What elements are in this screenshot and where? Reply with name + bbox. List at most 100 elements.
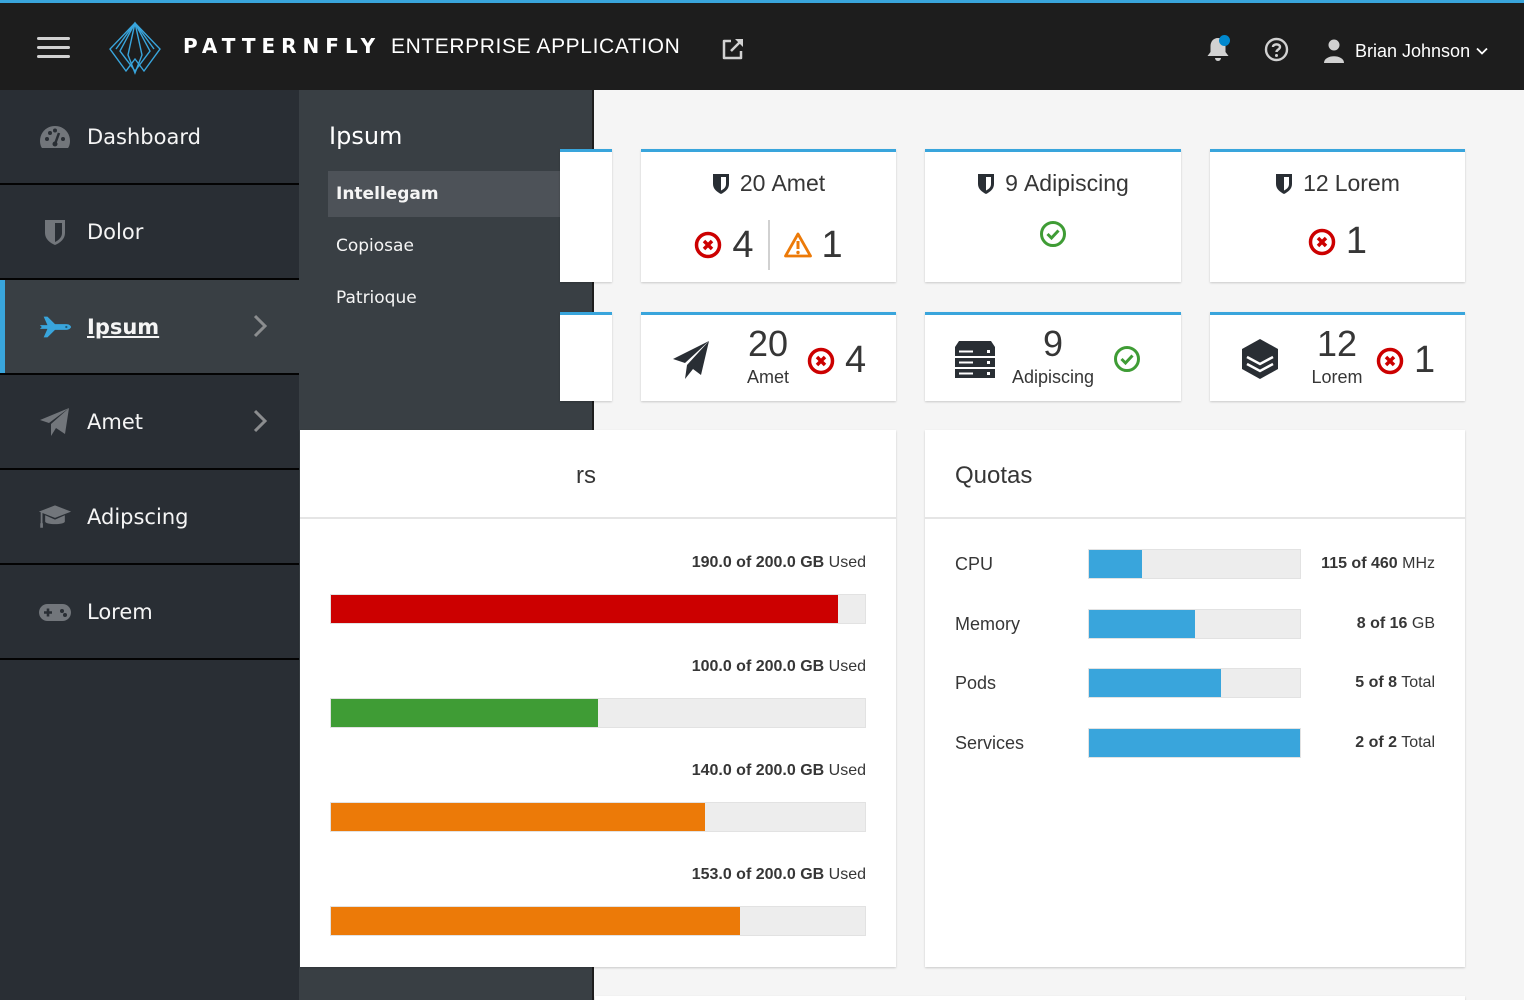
graduation-cap-icon bbox=[38, 502, 72, 532]
quota-bar[interactable] bbox=[1088, 728, 1301, 758]
utilization-bar[interactable] bbox=[330, 698, 866, 728]
nav-item-dashboard[interactable]: Dashboard bbox=[0, 90, 299, 185]
panel-header-divider bbox=[925, 517, 1465, 519]
nav-item-label: Amet bbox=[87, 409, 143, 434]
secondary-nav-item-copiosae[interactable]: Copiosae bbox=[328, 223, 594, 269]
nav-item-ipsum[interactable]: Ipsum bbox=[0, 280, 299, 375]
ok-circle-icon bbox=[1040, 221, 1066, 247]
mini-status-card[interactable]: 9 Adipiscing bbox=[925, 312, 1181, 401]
card-label: Lorem bbox=[1334, 170, 1400, 196]
utilization-bar[interactable] bbox=[330, 802, 866, 832]
secondary-nav-item-intellegam[interactable]: Intellegam bbox=[328, 171, 594, 217]
quota-amount: 115 of 460 bbox=[1321, 555, 1398, 572]
warning-triangle-icon bbox=[783, 232, 812, 258]
mini-status-card[interactable]: 20 Amet 4 bbox=[641, 312, 896, 401]
notification-badge bbox=[1219, 35, 1230, 46]
chevron-right-icon bbox=[253, 409, 268, 433]
secondary-nav-item-patrioque[interactable]: Patrioque bbox=[328, 275, 594, 321]
nav-item-amet[interactable]: Amet bbox=[0, 375, 299, 470]
aggregate-card-hidden bbox=[560, 149, 612, 282]
nav-item-label: Adipscing bbox=[87, 504, 189, 529]
error-count: 1 bbox=[1414, 339, 1436, 381]
nav-item-lorem[interactable]: Lorem bbox=[0, 565, 299, 660]
hamburger-menu-button[interactable] bbox=[37, 37, 70, 59]
card-count: 20 bbox=[747, 323, 789, 364]
utilization-amount: 153.0 of 200.0 GB bbox=[691, 866, 825, 883]
utilization-bar-fill bbox=[331, 595, 839, 623]
quota-unit: Total bbox=[1397, 674, 1435, 691]
card-label: Adipiscing bbox=[1023, 170, 1129, 196]
chevron-down-icon bbox=[1476, 47, 1488, 55]
chevron-right-icon bbox=[253, 314, 268, 338]
nav-item-adipscing[interactable]: Adipscing bbox=[0, 470, 299, 565]
hamburger-line bbox=[37, 46, 70, 49]
error-count-link[interactable]: 1 bbox=[1376, 339, 1435, 382]
shield-icon bbox=[1276, 173, 1293, 194]
card-count: 12 bbox=[1303, 170, 1329, 196]
hamburger-line bbox=[37, 37, 70, 40]
error-count-link[interactable]: 4 bbox=[807, 339, 866, 382]
utilization-label: 153.0 of 200.0 GB Used bbox=[692, 866, 866, 884]
panel-title: Quotas bbox=[955, 462, 1033, 489]
quota-bar-fill bbox=[1089, 610, 1195, 638]
error-count-link[interactable]: 4 bbox=[694, 223, 754, 267]
card-count: 9 bbox=[1042, 323, 1064, 364]
quota-value: 8 of 16 GB bbox=[1357, 615, 1435, 633]
quota-bar[interactable] bbox=[1088, 549, 1301, 579]
ok-circle-icon bbox=[1114, 346, 1140, 372]
card-count: 9 bbox=[1005, 170, 1018, 196]
utilization-label: 100.0 of 200.0 GB Used bbox=[692, 658, 866, 676]
error-count: 4 bbox=[732, 223, 754, 266]
aggregate-status-card[interactable]: 9 Adipiscing bbox=[925, 149, 1181, 282]
question-circle-icon[interactable] bbox=[1264, 37, 1289, 62]
paper-plane-icon bbox=[673, 341, 709, 379]
gamepad-icon bbox=[38, 597, 72, 627]
brand-name: PATTERNFLY bbox=[183, 34, 382, 58]
aggregate-status-card[interactable]: 20 Amet 4 1 bbox=[641, 149, 896, 282]
quota-bar-fill bbox=[1089, 669, 1221, 697]
quota-label: Services bbox=[955, 733, 1025, 753]
quota-label: Pods bbox=[955, 673, 997, 693]
utilization-suffix: Used bbox=[824, 554, 866, 571]
card-count: 12 bbox=[1316, 323, 1358, 364]
quota-value: 2 of 2 Total bbox=[1355, 734, 1435, 752]
ok-status bbox=[1113, 345, 1141, 373]
layers-icon bbox=[1242, 339, 1278, 379]
aggregate-status-card[interactable]: 12 Lorem 1 bbox=[1210, 149, 1465, 282]
shield-icon bbox=[712, 173, 729, 194]
external-link-icon[interactable] bbox=[720, 36, 746, 62]
quota-unit: Total bbox=[1397, 734, 1435, 751]
user-dropdown[interactable]: Brian Johnson bbox=[1323, 37, 1498, 65]
utilization-suffix: Used bbox=[824, 658, 866, 675]
nav-item-dolor[interactable]: Dolor bbox=[0, 185, 299, 280]
card-status: 4 1 bbox=[641, 220, 896, 270]
warning-count-link[interactable]: 1 bbox=[783, 223, 843, 267]
nav-item-label: Dashboard bbox=[87, 124, 201, 149]
quota-amount: 5 of 8 bbox=[1355, 674, 1398, 691]
server-icon bbox=[955, 341, 995, 378]
utilization-label: 140.0 of 200.0 GB Used bbox=[692, 762, 866, 780]
quota-amount: 2 of 2 bbox=[1355, 734, 1398, 751]
nav-item-label: Ipsum bbox=[87, 314, 160, 339]
user-name: Brian Johnson bbox=[1355, 40, 1471, 61]
hamburger-line bbox=[37, 55, 70, 58]
mini-status-card[interactable]: 12 Lorem 1 bbox=[1210, 312, 1465, 401]
utilization-bar-fill bbox=[331, 803, 705, 831]
patternfly-logo-icon bbox=[109, 21, 161, 75]
utilization-bar[interactable] bbox=[330, 594, 866, 624]
error-count-link[interactable]: 1 bbox=[1308, 220, 1367, 263]
panel-header-divider bbox=[300, 517, 896, 519]
error-circle-icon bbox=[1308, 228, 1336, 255]
utilization-panel: rs 190.0 of 200.0 GB Used 100.0 of 200.0 … bbox=[300, 430, 896, 967]
quota-bar[interactable] bbox=[1088, 609, 1301, 639]
quota-bar-fill bbox=[1089, 729, 1300, 757]
masthead: PATTERNFLY ENTERPRISE APPLICATION Brian … bbox=[0, 0, 1524, 90]
error-count: 4 bbox=[845, 339, 867, 381]
utilization-bar[interactable] bbox=[330, 906, 866, 936]
utilization-amount: 140.0 of 200.0 GB bbox=[691, 762, 825, 779]
quota-label: Memory bbox=[955, 614, 1021, 634]
error-circle-icon bbox=[807, 347, 835, 374]
quota-bar[interactable] bbox=[1088, 668, 1301, 698]
card-status: 1 bbox=[1210, 220, 1465, 263]
warning-count: 1 bbox=[821, 223, 843, 266]
